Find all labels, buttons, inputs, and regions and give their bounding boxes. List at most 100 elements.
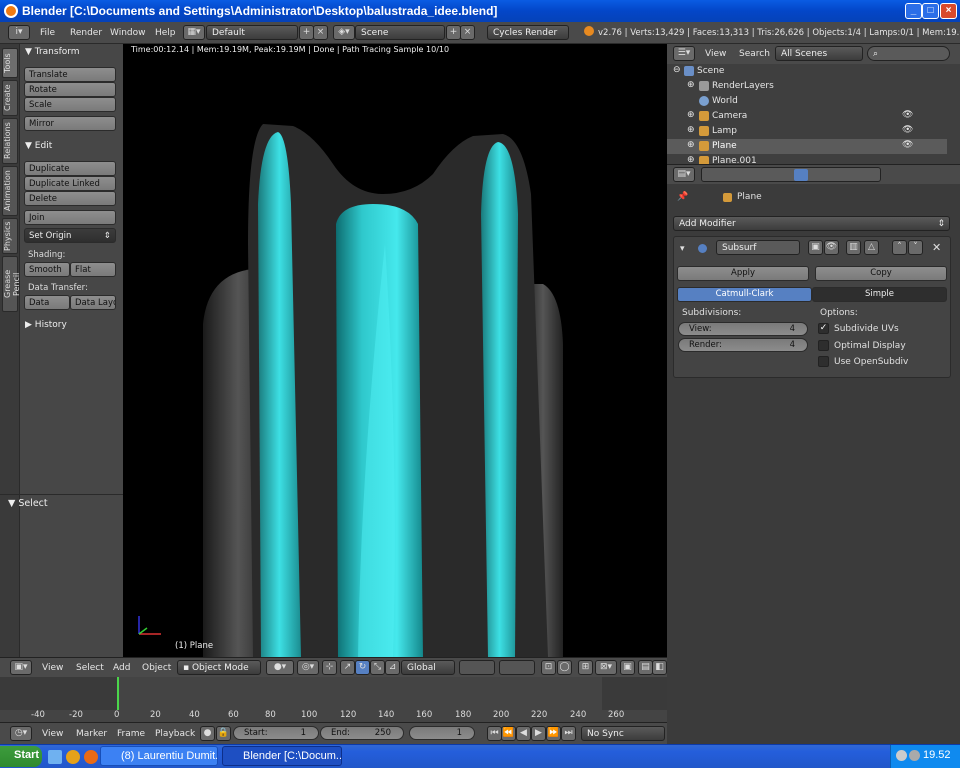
volume-icon[interactable] <box>909 750 920 761</box>
tray-icon[interactable] <box>896 750 907 761</box>
render-levels-field[interactable]: Render: 4 <box>678 338 808 352</box>
visibility-eye-icon[interactable]: 👁 <box>902 125 913 135</box>
use-opensubdiv-checkbox[interactable] <box>818 356 829 367</box>
menu-window[interactable]: Window <box>110 28 146 38</box>
maximize-button[interactable]: □ <box>922 3 939 19</box>
outliner-row-world[interactable]: World <box>667 94 947 109</box>
pivot-point-icon[interactable]: ◎▾ <box>297 660 319 675</box>
translate-button[interactable]: Translate <box>24 67 116 82</box>
camera-view-icon[interactable]: ◧ <box>652 660 667 675</box>
copy-button[interactable]: Copy <box>815 266 947 281</box>
editor-type-outliner-icon[interactable]: ☰▾ <box>673 46 695 61</box>
opengl-render-icon[interactable]: ▣ <box>620 660 635 675</box>
remove-layout-icon[interactable]: × <box>313 25 328 40</box>
move-down-icon[interactable]: ˅ <box>908 240 923 255</box>
editor-type-3d-icon[interactable]: ▣▾ <box>10 660 32 675</box>
sync-dropdown[interactable]: No Sync <box>581 726 665 741</box>
editor-type-timeline-icon[interactable]: ◷▾ <box>10 726 32 741</box>
remove-scene-icon[interactable]: × <box>460 25 475 40</box>
optimal-display-checkbox[interactable] <box>818 340 829 351</box>
current-frame-field[interactable]: 1 <box>409 726 475 740</box>
subdivide-uvs-checkbox[interactable]: ✓ <box>818 323 829 334</box>
start-frame-field[interactable]: Start: 1 <box>233 726 319 740</box>
scale-manipulator-icon[interactable]: ⤡ <box>370 660 385 675</box>
tab-physics[interactable]: Physics <box>2 218 18 254</box>
outliner-row-plane[interactable]: ⊕ Plane 👁 <box>667 139 947 154</box>
duplicate-button[interactable]: Duplicate <box>24 161 116 176</box>
layers-grid-1[interactable] <box>459 660 495 675</box>
show-desktop-icon[interactable] <box>48 750 62 764</box>
collapse-arrow-icon[interactable]: ▾ <box>680 244 685 254</box>
edit-panel-header[interactable]: ▼ Edit <box>25 141 52 151</box>
outliner-row-lamp[interactable]: ⊕ Lamp 👁 <box>667 124 947 139</box>
lock-camera-icon[interactable]: ⊡ <box>541 660 556 675</box>
record-icon[interactable]: ● <box>200 726 215 741</box>
menu-view[interactable]: View <box>42 663 63 673</box>
editor-type-info-icon[interactable]: i▾ <box>8 25 30 40</box>
pin-icon[interactable]: 📌 <box>677 192 688 202</box>
scene-dropdown[interactable]: Scene <box>355 25 445 40</box>
cage-toggle-icon[interactable]: △ <box>864 240 879 255</box>
flat-button[interactable]: Flat <box>70 262 116 277</box>
chrome-quicklaunch-icon[interactable] <box>66 750 80 764</box>
render-animation-icon[interactable]: ▤ <box>638 660 653 675</box>
timeline-editor[interactable]: -40 -20 0 20 40 60 80 100 120 140 160 18… <box>0 677 667 722</box>
smooth-button[interactable]: Smooth <box>24 262 70 277</box>
modifier-name-field[interactable]: Subsurf <box>716 240 800 255</box>
layers-grid-2[interactable] <box>499 660 535 675</box>
outliner-row-camera[interactable]: ⊕ Camera 👁 <box>667 109 947 124</box>
modifier-wrench-tab-icon[interactable] <box>794 169 808 181</box>
tab-create[interactable]: Create <box>2 80 18 116</box>
screen-layout-icon[interactable]: ▦▾ <box>183 25 205 40</box>
data-button[interactable]: Data <box>24 295 70 310</box>
add-scene-icon[interactable]: + <box>446 25 461 40</box>
outliner-row-plane001[interactable]: ⊕ Plane.001 <box>667 154 947 164</box>
viewport-toggle-icon[interactable]: 👁 <box>824 240 839 255</box>
manipulator-icon[interactable]: ⊹ <box>322 660 337 675</box>
menu-outliner-search[interactable]: Search <box>739 49 770 59</box>
play-reverse-icon[interactable]: ◀ <box>516 726 531 741</box>
select-operator-header[interactable]: ▼ Select <box>8 498 48 509</box>
outliner-row-renderlayers[interactable]: ⊕ RenderLayers <box>667 79 947 94</box>
scene-icon[interactable]: ◈▾ <box>333 25 355 40</box>
menu-timeline-view[interactable]: View <box>42 729 63 739</box>
outliner-row-scene[interactable]: ⊖ Scene <box>667 64 947 79</box>
menu-frame[interactable]: Frame <box>117 729 145 739</box>
catmull-clark-button[interactable]: Catmull-Clark <box>677 287 812 302</box>
add-layout-icon[interactable]: + <box>299 25 314 40</box>
menu-object[interactable]: Object <box>142 663 171 673</box>
menu-select[interactable]: Select <box>76 663 104 673</box>
data-layout-button[interactable]: Data Layo <box>70 295 116 310</box>
rotate-button[interactable]: Rotate <box>24 82 116 97</box>
render-engine-dropdown[interactable]: Cycles Render <box>487 25 569 40</box>
transform-icon[interactable]: ⊿ <box>385 660 400 675</box>
current-frame-marker[interactable] <box>117 677 119 710</box>
keying-lock-icon[interactable]: 🔒 <box>216 726 231 741</box>
outliner-search-field[interactable]: ⌕ <box>867 46 950 61</box>
firefox-quicklaunch-icon[interactable] <box>84 750 98 764</box>
visibility-eye-icon[interactable]: 👁 <box>902 140 913 150</box>
add-modifier-dropdown[interactable]: Add Modifier ⇕ <box>673 216 950 231</box>
duplicate-linked-button[interactable]: Duplicate Linked <box>24 176 116 191</box>
menu-marker[interactable]: Marker <box>76 729 107 739</box>
tab-animation[interactable]: Animation <box>2 166 18 216</box>
menu-playback[interactable]: Playback <box>155 729 195 739</box>
tab-grease-pencil[interactable]: Grease Pencil <box>2 256 21 312</box>
mirror-button[interactable]: Mirror <box>24 116 116 131</box>
simple-button[interactable]: Simple <box>812 287 947 302</box>
set-origin-dropdown[interactable]: Set Origin ⇕ <box>24 228 116 243</box>
proportional-edit-icon[interactable]: ◯ <box>557 660 572 675</box>
jump-end-icon[interactable]: ⏭ <box>561 726 576 741</box>
menu-render[interactable]: Render <box>70 28 102 38</box>
menu-file[interactable]: File <box>40 28 55 38</box>
editmode-toggle-icon[interactable]: ▥ <box>846 240 861 255</box>
render-toggle-icon[interactable]: ▣ <box>808 240 823 255</box>
properties-context-tabs[interactable] <box>701 167 881 182</box>
jump-keyframe-back-icon[interactable]: ⏪ <box>501 726 516 741</box>
join-button[interactable]: Join <box>24 210 116 225</box>
jump-keyframe-forward-icon[interactable]: ⏩ <box>546 726 561 741</box>
taskbar-chrome-window[interactable]: (8) Laurentiu Dumit... <box>100 746 218 766</box>
jump-start-icon[interactable]: ⏮ <box>487 726 502 741</box>
close-button[interactable]: × <box>940 3 957 19</box>
mode-dropdown[interactable]: ▪ Object Mode <box>177 660 261 675</box>
